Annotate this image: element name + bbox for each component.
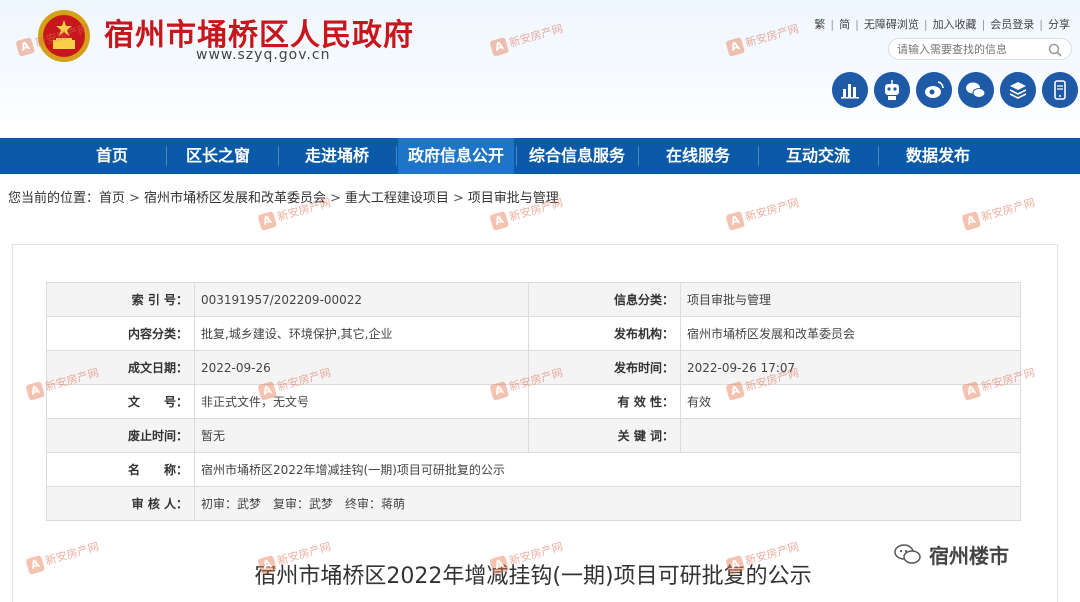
toplink-share[interactable]: 分享 xyxy=(1048,18,1070,31)
nav-item-online-service[interactable]: 在线服务 xyxy=(640,138,756,174)
review-value: 初审：武梦 复审：武梦 终审：蒋萌 xyxy=(194,486,1021,521)
watermark: A 新安房产网 xyxy=(725,194,801,231)
date-label: 成文日期： xyxy=(46,350,195,385)
search-box xyxy=(888,38,1072,60)
breadcrumb-dept[interactable]: 宿州市埇桥区发展和改革委员会 xyxy=(144,191,326,206)
pubtime-value: 2022-09-26 17:07 xyxy=(680,350,1021,385)
data-chart-icon[interactable] xyxy=(832,72,868,108)
national-emblem-icon xyxy=(38,10,90,62)
wechat-outline-icon xyxy=(894,544,921,564)
nav-item-info-service[interactable]: 综合信息服务 xyxy=(518,138,636,174)
toplink-favorite[interactable]: 加入收藏 xyxy=(933,18,977,31)
abolish-label: 废止时间： xyxy=(46,418,195,453)
site-url: www.szyq.gov.cn xyxy=(196,47,331,63)
top-links: 繁 | 简 | 无障碍浏览 | 加入收藏 | 会员登录 | 分享 xyxy=(814,18,1070,31)
toplink-login[interactable]: 会员登录 xyxy=(990,18,1034,31)
main-nav: 首页 区长之窗 走进埇桥 政府信息公开 综合信息服务 在线服务 互动交流 数据发… xyxy=(0,138,1080,174)
index-label: 索 引 号： xyxy=(46,282,195,317)
review-final: 终审：蒋萌 xyxy=(345,497,406,511)
weibo-icon[interactable] xyxy=(916,72,952,108)
index-value: 003191957/202209-00022 xyxy=(194,282,529,317)
publisher-label: 发布机构： xyxy=(528,316,681,351)
wechat-icon[interactable] xyxy=(958,72,994,108)
validity-label: 有 效 性： xyxy=(528,384,681,419)
review-second: 复审：武梦 xyxy=(273,497,334,511)
nav-item-data[interactable]: 数据发布 xyxy=(880,138,996,174)
breadcrumb-prefix: 您当前的位置： xyxy=(8,191,100,206)
docno-value: 非正式文件，无文号 xyxy=(194,384,529,419)
breadcrumb-current[interactable]: 项目审批与管理 xyxy=(468,191,559,206)
toplink-accessibility[interactable]: 无障碍浏览 xyxy=(864,18,919,31)
nav-item-interaction[interactable]: 互动交流 xyxy=(760,138,876,174)
nav-item-gov-info[interactable]: 政府信息公开 xyxy=(398,138,514,174)
breadcrumb-section[interactable]: 重大工程建设项目 xyxy=(345,191,449,206)
nav-item-home[interactable]: 首页 xyxy=(56,138,168,174)
name-label: 名 称： xyxy=(46,452,195,487)
review-label: 审 核 人： xyxy=(46,486,195,521)
layers-icon[interactable] xyxy=(1000,72,1036,108)
pubtime-label: 发布时间： xyxy=(528,350,681,385)
category-value: 项目审批与管理 xyxy=(680,282,1021,317)
site-header: 宿州市埇桥区人民政府 www.szyq.gov.cn 繁 | 简 | 无障碍浏览 | 加入收… xyxy=(0,0,1080,138)
watermark: A 新安房产网 xyxy=(961,194,1037,231)
robot-assistant-icon[interactable] xyxy=(874,72,910,108)
toplink-traditional[interactable]: 繁 xyxy=(814,18,825,31)
abolish-value: 暂无 xyxy=(194,418,529,453)
publisher-value: 宿州市埇桥区发展和改革委员会 xyxy=(680,316,1021,351)
nav-item-about[interactable]: 走进埇桥 xyxy=(280,138,394,174)
review-first: 初审：武梦 xyxy=(201,497,262,511)
toplink-simplified[interactable]: 简 xyxy=(839,18,850,31)
content-value: 批复,城乡建设、环境保护,其它,企业 xyxy=(194,316,529,351)
date-value: 2022-09-26 xyxy=(194,350,529,385)
metadata-table: 索 引 号： 003191957/202209-00022 信息分类： 项目审批… xyxy=(46,282,1021,521)
mobile-icon[interactable] xyxy=(1042,72,1078,108)
wechat-source-name: 宿州楼市 xyxy=(929,544,1009,568)
validity-value: 有效 xyxy=(680,384,1021,419)
nav-item-mayor[interactable]: 区长之窗 xyxy=(168,138,268,174)
keywords-value xyxy=(680,418,1021,453)
search-icon[interactable] xyxy=(1047,42,1063,58)
category-label: 信息分类： xyxy=(528,282,681,317)
content-label: 内容分类： xyxy=(46,316,195,351)
search-input[interactable] xyxy=(897,42,1045,57)
keywords-label: 关 键 词： xyxy=(528,418,681,453)
breadcrumb-home[interactable]: 首页 xyxy=(99,191,125,206)
docno-label: 文 号： xyxy=(46,384,195,419)
name-value: 宿州市埇桥区2022年增减挂钩(一期)项目可研批复的公示 xyxy=(194,452,1021,487)
breadcrumb: 您当前的位置：首页 > 宿州市埇桥区发展和改革委员会 > 重大工程建设项目 > 项目审批与管… xyxy=(8,191,559,206)
